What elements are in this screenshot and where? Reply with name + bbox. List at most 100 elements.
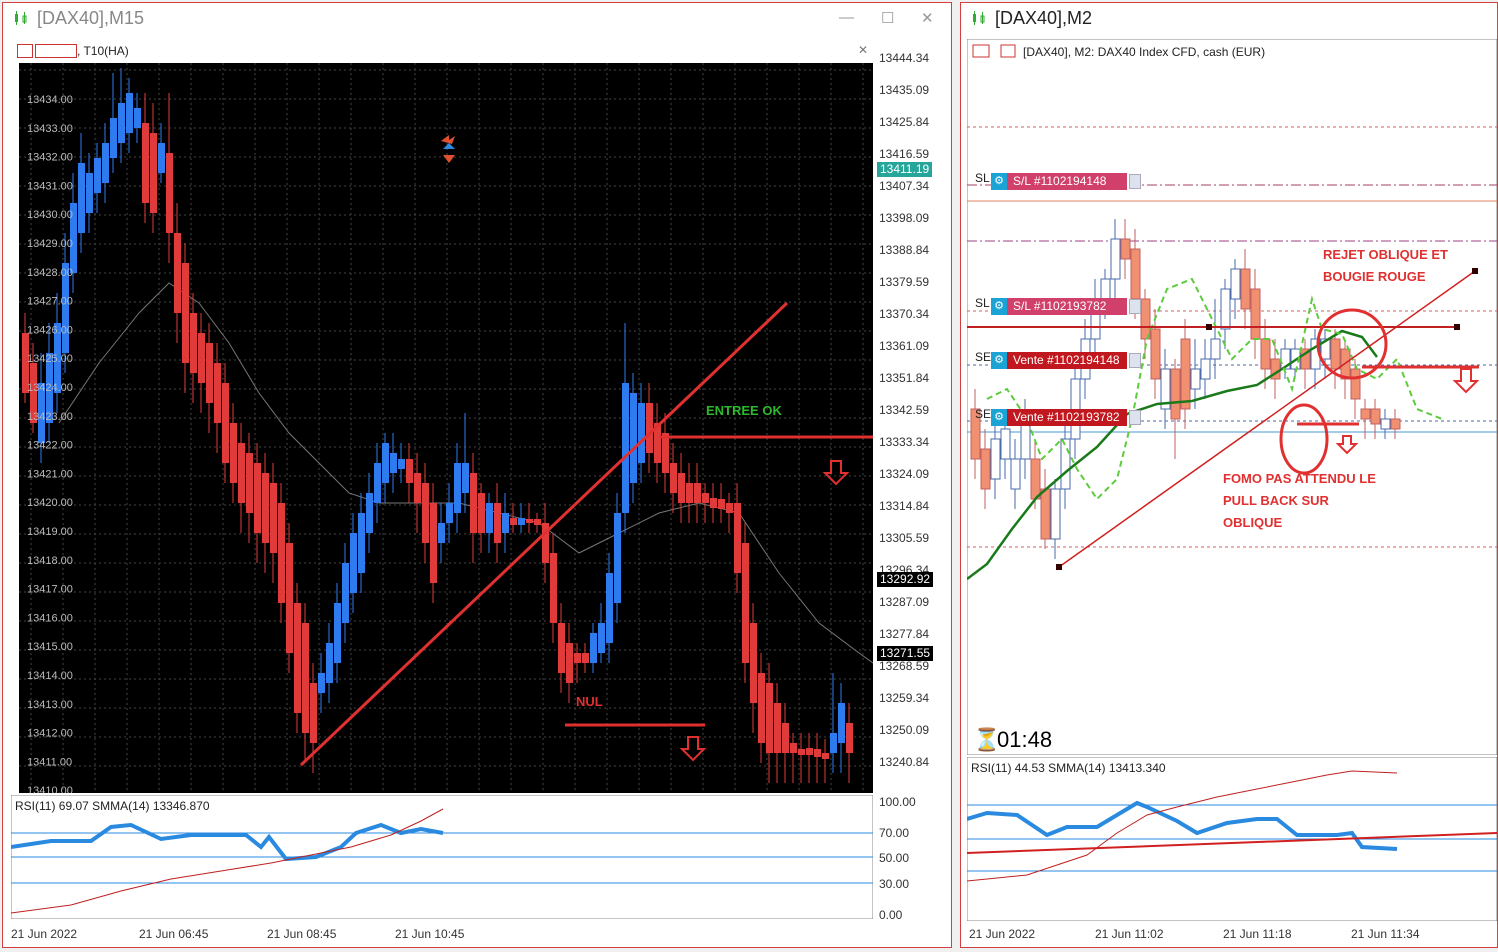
candle-body bbox=[678, 473, 685, 503]
price-tick-label: 13435.09 bbox=[879, 83, 930, 97]
rsi-tick-label: 0.00 bbox=[879, 908, 903, 922]
candle-body bbox=[630, 393, 637, 483]
inner-scale-label: 13416.00 bbox=[27, 612, 73, 624]
candle-body bbox=[566, 643, 573, 683]
trade-label-text: S/L #1102194148 bbox=[1007, 173, 1127, 190]
candle-body bbox=[638, 403, 645, 463]
candle-body bbox=[126, 93, 133, 133]
candle-body bbox=[782, 723, 789, 753]
candle-body bbox=[590, 633, 597, 663]
candle-body bbox=[278, 503, 285, 603]
inner-scale-label: 13410.00 bbox=[27, 785, 73, 793]
candle-body bbox=[1390, 418, 1401, 430]
price-tick-label: 13287.09 bbox=[879, 595, 930, 609]
gear-icon[interactable]: ⚙ bbox=[991, 409, 1007, 426]
chart-list-icon[interactable] bbox=[17, 44, 33, 58]
trade-order-label[interactable]: ⚙ Vente #1102193782 bbox=[991, 409, 1141, 426]
left-price-chart[interactable]: 13434.00 13433.00 13432.00 13431.00 13430.00… bbox=[19, 63, 873, 793]
price-tick-label: 13416.59 bbox=[879, 147, 930, 161]
right-price-chart[interactable]: REJET OBLIQUE ET BOUGIE ROUGE FOMO PAS A… bbox=[967, 39, 1497, 755]
gear-icon[interactable]: ⚙ bbox=[991, 352, 1007, 369]
minimize-button[interactable]: — bbox=[839, 9, 854, 26]
candle-body bbox=[214, 363, 221, 423]
drag-handle[interactable] bbox=[1129, 353, 1141, 368]
inner-scale-label: 13413.00 bbox=[27, 699, 73, 711]
chart-symbol-icon[interactable] bbox=[35, 44, 77, 58]
time-tick-label: 21 Jun 2022 bbox=[969, 927, 1036, 941]
reject-annotation-line-2: BOUGIE ROUGE bbox=[1323, 269, 1426, 284]
price-tick-label: 13240.84 bbox=[879, 755, 930, 769]
candle-body bbox=[502, 513, 509, 533]
maximize-button[interactable]: ☐ bbox=[881, 9, 894, 27]
right-chart-window[interactable]: [DAX40],M2 REJET OBLIQUE ET BOUGIE ROUGE… bbox=[960, 2, 1498, 948]
left-rsi-axis: 100.00 70.00 50.00 30.00 0.00 bbox=[875, 795, 953, 925]
left-title-bar[interactable]: [DAX40],M15 — ☐ ✕ bbox=[3, 3, 951, 33]
candle-body bbox=[206, 343, 213, 403]
candle-body bbox=[86, 173, 93, 213]
inner-scale-label: 13423.00 bbox=[27, 411, 73, 423]
candle-body bbox=[814, 749, 821, 757]
candle-body bbox=[310, 683, 317, 743]
left-window-title: [DAX40],M15 bbox=[37, 7, 145, 28]
fomo-annotation-line-3: OBLIQUE bbox=[1223, 515, 1283, 530]
candle-body bbox=[406, 459, 413, 483]
drag-handle[interactable] bbox=[1129, 174, 1141, 189]
gear-icon[interactable]: ⚙ bbox=[991, 173, 1007, 190]
candle-body bbox=[1120, 238, 1131, 260]
candle-body bbox=[478, 493, 485, 533]
candle-body bbox=[774, 703, 781, 753]
drag-handle[interactable] bbox=[1129, 299, 1141, 314]
left-time-axis: 21 Jun 2022 21 Jun 06:45 21 Jun 08:45 21 Ju… bbox=[11, 925, 873, 945]
right-rsi-panel[interactable]: RSI(11) 44.53 SMMA(14) 13413.340 bbox=[967, 757, 1497, 921]
gear-icon[interactable]: ⚙ bbox=[991, 298, 1007, 315]
candle-body bbox=[838, 703, 845, 743]
trade-prefix: SL bbox=[975, 171, 990, 185]
candle-body bbox=[454, 463, 461, 513]
candle-body bbox=[1040, 488, 1051, 540]
inner-scale-label: 13415.00 bbox=[27, 641, 73, 653]
candle-body bbox=[174, 233, 181, 313]
candle-body bbox=[1230, 268, 1241, 300]
drag-handle[interactable] bbox=[1129, 410, 1141, 425]
inner-scale-label: 13424.00 bbox=[27, 382, 73, 394]
candle-body bbox=[1350, 368, 1361, 400]
candle-body bbox=[150, 133, 157, 213]
candle-body bbox=[718, 499, 725, 509]
candle-body bbox=[222, 383, 229, 463]
right-title-bar[interactable]: [DAX40],M2 bbox=[961, 3, 1497, 33]
candle-body bbox=[606, 573, 613, 643]
candle-body bbox=[118, 103, 125, 143]
candle-body bbox=[1010, 458, 1021, 490]
left-chart-window[interactable]: [DAX40],M15 — ☐ ✕ , T10(HA) ✕ 13434.00 13… bbox=[2, 2, 952, 948]
candle-body bbox=[1220, 288, 1231, 330]
candle-body bbox=[830, 733, 837, 753]
candle-body bbox=[518, 518, 525, 525]
candle-body bbox=[1370, 408, 1381, 425]
candle-body bbox=[462, 463, 469, 493]
candle-body bbox=[254, 463, 261, 533]
trade-order-label[interactable]: ⚙ Vente #1102194148 bbox=[991, 352, 1141, 369]
candle-body bbox=[1380, 418, 1391, 430]
candle-body bbox=[798, 749, 805, 755]
close-button[interactable]: ✕ bbox=[921, 9, 934, 27]
candle-body bbox=[398, 459, 405, 469]
fomo-annotation-line-1: FOMO PAS ATTENDU LE bbox=[1223, 471, 1376, 486]
inner-scale-label: 13427.00 bbox=[27, 296, 73, 308]
candle-body bbox=[134, 108, 141, 128]
time-tick-label: 21 Jun 11:18 bbox=[1223, 927, 1292, 941]
candle-body bbox=[1180, 338, 1191, 410]
candle-body bbox=[510, 518, 517, 525]
candle-body bbox=[286, 543, 293, 653]
subchart-close-icon[interactable]: ✕ bbox=[858, 43, 868, 57]
trade-order-label[interactable]: ⚙ S/L #1102193782 bbox=[991, 298, 1141, 315]
trade-order-label[interactable]: ⚙ S/L #1102194148 bbox=[991, 173, 1141, 190]
candle-body bbox=[574, 653, 581, 663]
candle-body bbox=[158, 143, 165, 173]
candle-body bbox=[334, 603, 341, 663]
trade-prefix: SE bbox=[975, 350, 992, 364]
time-tick-label: 21 Jun 11:34 bbox=[1351, 927, 1420, 941]
price-tick-label: 13407.34 bbox=[879, 179, 930, 193]
candle-body bbox=[110, 118, 117, 158]
left-rsi-panel[interactable]: RSI(11) 69.07 SMMA(14) 13346.870 bbox=[11, 795, 873, 919]
candle-body bbox=[446, 503, 453, 523]
